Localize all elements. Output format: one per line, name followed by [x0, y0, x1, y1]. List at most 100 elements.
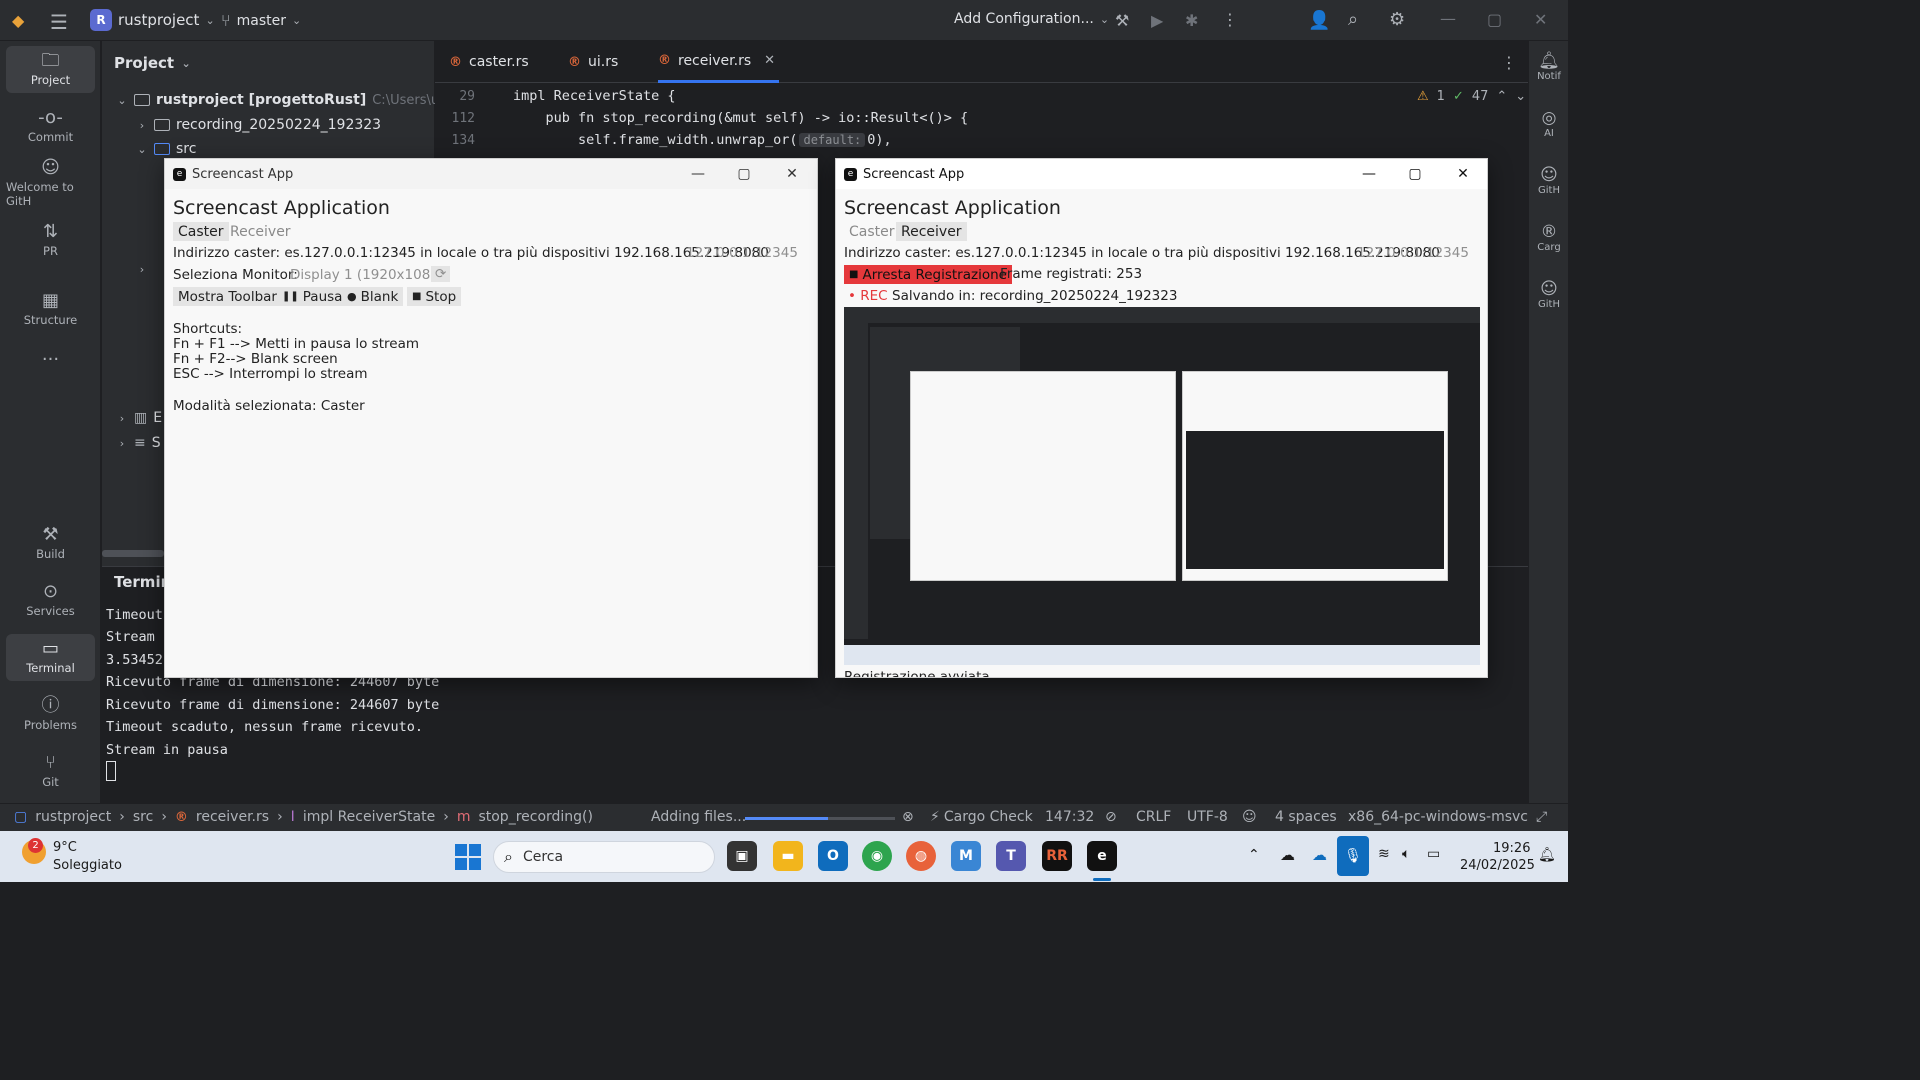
- windows-start-icon[interactable]: [455, 844, 481, 870]
- crumb[interactable]: src: [133, 809, 153, 825]
- project-switcher[interactable]: R rustproject ⌄: [90, 9, 215, 31]
- more-actions-icon[interactable]: ⋮: [1222, 10, 1238, 29]
- tab-caster-rs[interactable]: ® caster.rs: [449, 41, 529, 83]
- debug-icon[interactable]: ✱: [1185, 11, 1198, 30]
- tab-caster[interactable]: Caster: [844, 222, 900, 241]
- firefox-icon[interactable]: ◍: [906, 841, 936, 871]
- notifications-button[interactable]: 🔔︎ Notif: [1529, 51, 1569, 82]
- tree-item-recording[interactable]: › recording_20250224_192323: [136, 117, 381, 133]
- maximize-icon[interactable]: ▢: [721, 159, 767, 189]
- close-icon[interactable]: ✕: [1440, 159, 1486, 189]
- screencast-app-icon[interactable]: e: [1087, 841, 1117, 871]
- tree-item-scratches[interactable]: › ≡ S: [116, 435, 161, 451]
- toolwindow-build[interactable]: ⚒ Build: [6, 520, 95, 567]
- file-encoding[interactable]: UTF-8: [1187, 809, 1228, 825]
- stop-recording-button[interactable]: ■ Arresta Registrazione: [844, 265, 1012, 284]
- maximize-icon[interactable]: ▢: [1487, 10, 1502, 29]
- settings-gear-icon[interactable]: ⚙: [1389, 9, 1405, 30]
- m365-icon[interactable]: M: [951, 841, 981, 871]
- close-icon[interactable]: ✕: [1534, 10, 1547, 29]
- crumb[interactable]: rustproject: [35, 809, 111, 825]
- file-explorer-icon[interactable]: ▬: [773, 841, 803, 871]
- main-menu-icon[interactable]: ☰: [50, 10, 68, 34]
- toolwindow-commit[interactable]: -o- Commit: [6, 103, 95, 150]
- toolwindow-project[interactable]: 🗀 Project: [6, 46, 95, 93]
- task-view-icon[interactable]: ▣: [727, 841, 757, 871]
- taskbar-search[interactable]: ⌕ Cerca: [493, 841, 715, 873]
- line-separator[interactable]: CRLF: [1136, 809, 1171, 825]
- weather-temp[interactable]: 9°C: [53, 840, 77, 855]
- toolwindow-github[interactable]: ☺ Welcome to GitH: [6, 159, 95, 209]
- notification-bell-icon[interactable]: 🔔︎: [1538, 847, 1556, 863]
- toolwindow-pr[interactable]: ⇅ PR: [6, 217, 95, 264]
- toolwindow-structure[interactable]: ▦ Structure: [6, 286, 95, 333]
- maximize-icon[interactable]: ▢: [1392, 159, 1438, 189]
- network-cloud-icon[interactable]: ☁: [1280, 846, 1295, 864]
- chrome-icon[interactable]: ◉: [862, 841, 892, 871]
- address-input[interactable]: 127.0.0.1:12345: [686, 245, 798, 261]
- volume-icon[interactable]: 🔈︎: [1402, 846, 1410, 862]
- horizontal-scrollbar[interactable]: [102, 550, 164, 557]
- rustrover-icon[interactable]: RR: [1042, 841, 1072, 871]
- minimize-icon[interactable]: —: [1440, 9, 1456, 28]
- microphone-icon[interactable]: 🎙︎: [1337, 836, 1369, 876]
- tabs-more-icon[interactable]: ⋮: [1501, 53, 1517, 72]
- chevron-down-icon[interactable]: ⌄: [1515, 89, 1526, 104]
- show-toolbar-button[interactable]: Mostra Toolbar: [173, 287, 282, 306]
- tab-receiver[interactable]: Receiver: [896, 222, 967, 241]
- refresh-icon[interactable]: ⟳: [431, 266, 451, 282]
- stop-button[interactable]: ■ Stop: [407, 287, 462, 306]
- chevron-up-icon[interactable]: ⌃: [1248, 847, 1260, 863]
- tab-receiver-rs[interactable]: ® receiver.rs ✕: [658, 41, 780, 83]
- close-icon[interactable]: ✕: [769, 159, 815, 189]
- battery-icon[interactable]: ▭: [1427, 846, 1440, 862]
- toolwindow-git[interactable]: ⑂ Git: [6, 748, 95, 795]
- project-panel-header[interactable]: Project ⌄: [114, 54, 192, 72]
- toolchain-target[interactable]: x86_64-pc-windows-msvc: [1348, 809, 1528, 825]
- run-config-select[interactable]: Add Configuration... ⌄: [954, 11, 1109, 27]
- inspection-widget[interactable]: ⚠ 1 ✓ 47 ⌃ ⌄: [1417, 89, 1526, 104]
- github-copilot-button[interactable]: ☺ GitH: [1529, 165, 1569, 196]
- tree-item-external[interactable]: › ▥ E: [116, 410, 162, 426]
- tree-item-src[interactable]: ⌄ src: [136, 141, 196, 157]
- build-hammer-icon[interactable]: ⚒: [1115, 11, 1129, 30]
- onedrive-icon[interactable]: ☁: [1312, 846, 1327, 864]
- crumb[interactable]: stop_recording(): [478, 809, 593, 825]
- toolwindow-services[interactable]: ⊙ Services: [6, 577, 95, 624]
- crumb[interactable]: receiver.rs: [196, 809, 269, 825]
- pause-button[interactable]: ❚❚ Pausa: [277, 287, 348, 306]
- cargo-check-widget[interactable]: ⚡ Cargo Check: [930, 809, 1033, 825]
- clock-time[interactable]: 19:26: [1493, 841, 1530, 856]
- caret-position[interactable]: 147:32: [1045, 809, 1094, 825]
- toolwindow-problems[interactable]: ⓘ Problems: [6, 691, 95, 738]
- crumb[interactable]: impl ReceiverState: [303, 809, 435, 825]
- ai-assistant-button[interactable]: ◎ AI: [1529, 108, 1569, 139]
- toolwindow-more[interactable]: ...: [6, 337, 95, 373]
- minimize-icon[interactable]: —: [675, 159, 721, 189]
- teams-icon[interactable]: T: [996, 841, 1026, 871]
- close-tab-icon[interactable]: ✕: [764, 53, 775, 68]
- blank-button[interactable]: ● Blank: [342, 287, 404, 306]
- terminal-cursor[interactable]: [106, 761, 116, 781]
- wifi-icon[interactable]: ≋: [1378, 846, 1390, 862]
- cancel-progress-icon[interactable]: ⊗: [902, 809, 914, 825]
- indent-setting[interactable]: 4 spaces: [1275, 809, 1337, 825]
- tab-ui-rs[interactable]: ® ui.rs: [568, 41, 618, 83]
- outlook-icon[interactable]: O: [818, 841, 848, 871]
- add-user-icon[interactable]: 👤: [1308, 10, 1330, 31]
- toolwindow-terminal[interactable]: ▭ Terminal: [6, 634, 95, 681]
- monitor-select[interactable]: Display 1 (1920x1080): [290, 267, 444, 283]
- cargo-button[interactable]: ® Carg: [1529, 222, 1569, 253]
- github-button[interactable]: ☺ GitH: [1529, 279, 1569, 310]
- weather-desc[interactable]: Soleggiato: [53, 858, 122, 873]
- branch-switcher[interactable]: ⑂ master ⌄: [221, 11, 301, 30]
- tree-root[interactable]: ⌄ rustproject [progettoRust] C:\Users\ut…: [116, 92, 473, 108]
- search-icon[interactable]: ⌕: [1348, 9, 1358, 30]
- tab-caster[interactable]: Caster: [173, 222, 229, 241]
- tab-receiver[interactable]: Receiver: [225, 222, 296, 241]
- tree-item-collapsed[interactable]: ›: [136, 263, 148, 276]
- copilot-icon[interactable]: ☺: [1242, 809, 1257, 825]
- no-format-icon[interactable]: ⊘: [1105, 809, 1117, 825]
- chevron-up-icon[interactable]: ⌃: [1496, 89, 1507, 104]
- address-input[interactable]: 127.0.0.1:12345: [1357, 245, 1469, 261]
